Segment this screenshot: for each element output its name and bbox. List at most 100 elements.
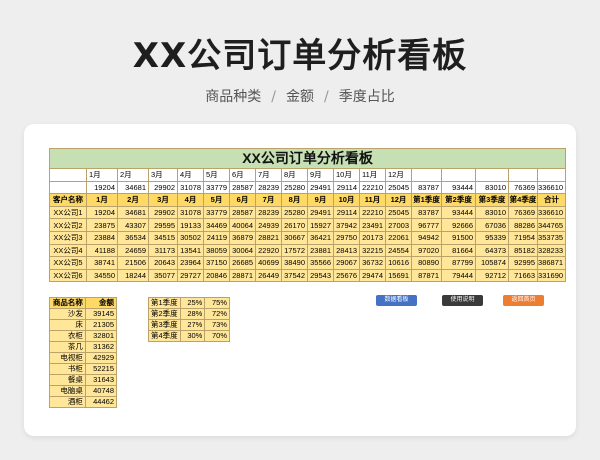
cell[interactable]: 71663 xyxy=(508,268,538,283)
cell[interactable]: 83787 xyxy=(411,205,442,220)
header-cell[interactable]: 7月 xyxy=(255,193,282,207)
cell[interactable]: 12月 xyxy=(385,168,412,182)
cell[interactable]: 43307 xyxy=(117,218,149,232)
cell[interactable]: 28239 xyxy=(255,180,282,195)
cell[interactable]: 19204 xyxy=(86,180,118,195)
cell[interactable]: 76369 xyxy=(508,180,538,195)
header-cell[interactable]: 6月 xyxy=(229,193,256,207)
cell[interactable]: 22210 xyxy=(359,205,386,220)
cell[interactable]: 80890 xyxy=(411,256,442,270)
cell[interactable]: 386871 xyxy=(536,256,567,270)
cell[interactable]: 93444 xyxy=(441,205,476,220)
cell[interactable]: 28% xyxy=(179,308,206,320)
cell[interactable]: 83010 xyxy=(475,205,509,220)
customer-name-cell[interactable]: XX公司4 xyxy=(49,243,87,258)
customer-name-cell[interactable]: XX公司3 xyxy=(49,230,87,245)
data-board-button[interactable]: 数据看板 xyxy=(376,295,417,306)
cell[interactable]: 7月 xyxy=(255,168,282,182)
cell[interactable]: 24554 xyxy=(385,243,412,258)
cell[interactable]: 29114 xyxy=(333,180,360,195)
cell[interactable] xyxy=(508,168,538,182)
cell[interactable]: 9月 xyxy=(307,168,334,182)
cell[interactable]: 31362 xyxy=(84,341,118,353)
cell[interactable]: 20846 xyxy=(203,268,230,283)
cell[interactable]: 衣柜 xyxy=(49,330,86,342)
cell[interactable]: 34469 xyxy=(203,218,230,232)
cell[interactable]: 21305 xyxy=(84,319,118,331)
cell[interactable]: 15691 xyxy=(385,268,412,283)
cell[interactable]: 5月 xyxy=(203,168,230,182)
cell[interactable] xyxy=(49,168,87,182)
customer-name-cell[interactable]: XX公司5 xyxy=(49,256,87,270)
cell[interactable]: 336610 xyxy=(536,205,567,220)
cell[interactable]: 沙发 xyxy=(49,308,86,320)
cell[interactable]: 25280 xyxy=(281,180,308,195)
cell[interactable]: 30% xyxy=(179,330,206,342)
cell[interactable] xyxy=(49,180,87,195)
cell[interactable]: 25280 xyxy=(281,205,308,220)
cell[interactable]: 336610 xyxy=(536,180,567,195)
cell[interactable]: 328233 xyxy=(536,243,567,258)
header-cell[interactable]: 9月 xyxy=(307,193,334,207)
cell[interactable]: 27% xyxy=(179,319,206,331)
header-cell[interactable]: 第3季度 xyxy=(475,193,509,207)
cell[interactable]: 2月 xyxy=(117,168,149,182)
cell[interactable]: 28587 xyxy=(229,180,256,195)
header-cell[interactable]: 4月 xyxy=(177,193,204,207)
cell[interactable]: 95339 xyxy=(475,230,509,245)
cell[interactable]: 13541 xyxy=(177,243,204,258)
customer-name-cell[interactable]: XX公司2 xyxy=(49,218,87,232)
header-cell[interactable]: 客户名称 xyxy=(49,193,87,207)
cell[interactable]: 6月 xyxy=(229,168,256,182)
cell[interactable]: 酒柜 xyxy=(49,396,86,408)
cell[interactable]: 76369 xyxy=(508,205,538,220)
cell[interactable]: 93444 xyxy=(441,180,476,195)
customer-name-cell[interactable]: XX公司1 xyxy=(49,205,87,220)
cell[interactable]: 37150 xyxy=(203,256,230,270)
cell[interactable]: 81664 xyxy=(441,243,476,258)
cell[interactable]: 第1季度 xyxy=(148,297,181,309)
cell[interactable]: 第2季度 xyxy=(148,308,181,320)
customer-name-cell[interactable]: XX公司6 xyxy=(49,268,87,283)
cell[interactable]: 331690 xyxy=(536,268,567,283)
cell[interactable]: 38490 xyxy=(281,256,308,270)
cell[interactable]: 344765 xyxy=(536,218,567,232)
cell[interactable]: 电视柜 xyxy=(49,352,86,364)
cell[interactable]: 28821 xyxy=(255,230,282,245)
cell[interactable] xyxy=(475,168,509,182)
cell[interactable]: 床 xyxy=(49,319,86,331)
cell[interactable]: 29727 xyxy=(177,268,204,283)
cell[interactable]: 72% xyxy=(204,308,230,320)
header-cell[interactable]: 10月 xyxy=(333,193,360,207)
cell[interactable]: 36534 xyxy=(117,230,149,245)
cell[interactable] xyxy=(441,168,476,182)
cell[interactable]: 1月 xyxy=(86,168,118,182)
cell[interactable]: 8月 xyxy=(281,168,308,182)
cell[interactable]: 23964 xyxy=(177,256,204,270)
cell[interactable]: 29543 xyxy=(307,268,334,283)
cell[interactable]: 22061 xyxy=(385,230,412,245)
cell[interactable]: 97020 xyxy=(411,243,442,258)
cell[interactable]: 92666 xyxy=(441,218,476,232)
cell[interactable]: 23881 xyxy=(307,243,334,258)
cell[interactable]: 36732 xyxy=(359,256,386,270)
cell[interactable]: 31173 xyxy=(148,243,178,258)
header-cell[interactable]: 金额 xyxy=(84,297,118,309)
cell[interactable]: 24659 xyxy=(117,243,149,258)
cell[interactable]: 96777 xyxy=(411,218,442,232)
cell[interactable]: 29474 xyxy=(359,268,386,283)
cell[interactable] xyxy=(536,168,567,182)
cell[interactable]: 91500 xyxy=(441,230,476,245)
cell[interactable]: 64373 xyxy=(475,243,509,258)
cell[interactable]: 电脑桌 xyxy=(49,385,86,397)
cell[interactable]: 29595 xyxy=(148,218,178,232)
cell[interactable]: 15927 xyxy=(307,218,334,232)
header-cell[interactable]: 11月 xyxy=(359,193,386,207)
cell[interactable]: 38741 xyxy=(86,256,118,270)
cell[interactable]: 28587 xyxy=(229,205,256,220)
cell[interactable]: 餐桌 xyxy=(49,374,86,386)
cell[interactable]: 79444 xyxy=(441,268,476,283)
cell[interactable]: 94942 xyxy=(411,230,442,245)
cell[interactable]: 28239 xyxy=(255,205,282,220)
cell[interactable]: 70% xyxy=(204,330,230,342)
